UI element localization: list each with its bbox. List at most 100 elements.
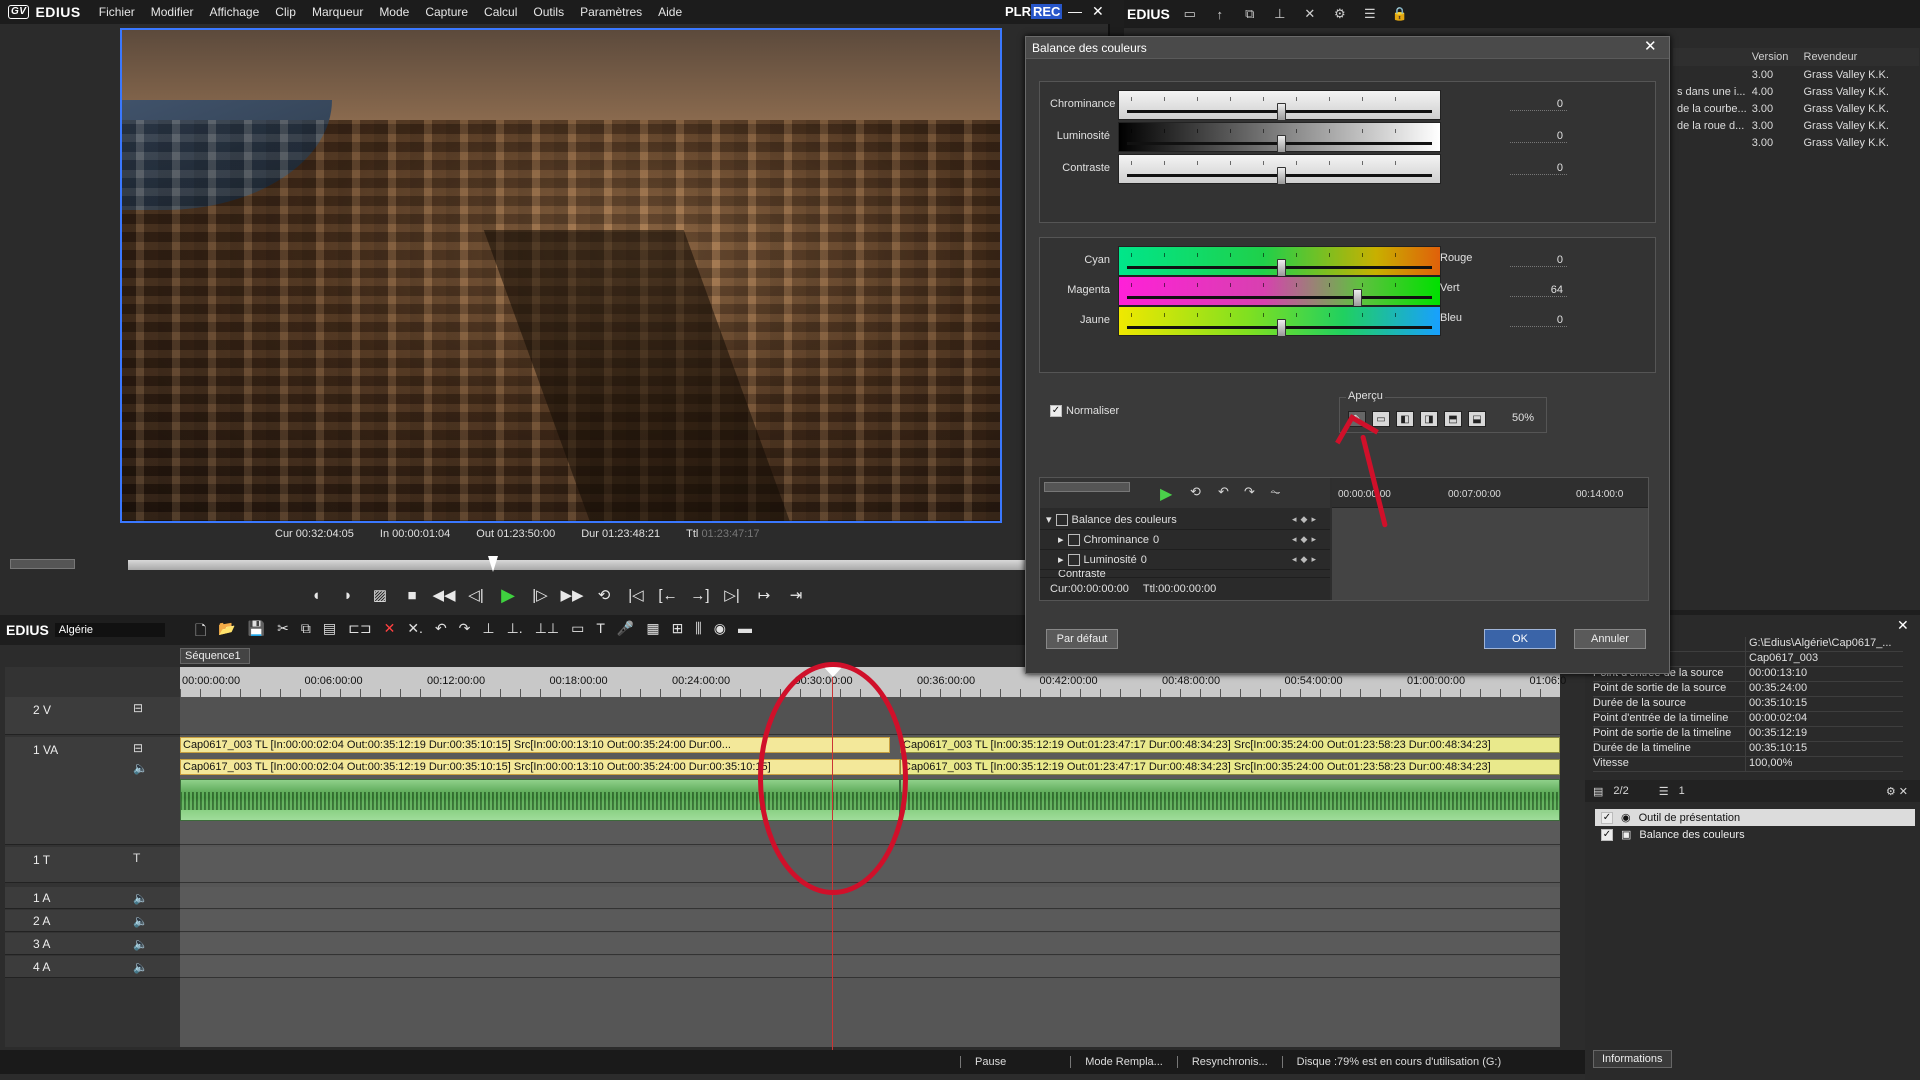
prev-edit-icon[interactable]: |◁ <box>625 584 647 606</box>
stop-icon[interactable]: ■ <box>401 584 423 606</box>
slider-value[interactable]: 0 <box>1510 130 1567 143</box>
slider-track[interactable] <box>1118 90 1441 121</box>
slider-track[interactable] <box>1118 122 1441 153</box>
sequence-tab[interactable]: Séquence1 <box>180 648 250 664</box>
settings-icon[interactable]: ⚙ <box>1330 4 1350 24</box>
kf-checkbox[interactable] <box>1067 553 1080 566</box>
loop-icon[interactable]: ⟲ <box>593 584 615 606</box>
title-icon[interactable]: T <box>596 620 605 644</box>
speaker-icon[interactable]: 🔈 <box>133 761 148 775</box>
normaliser-checkbox[interactable]: ✓ <box>1050 405 1062 417</box>
cut-icon[interactable]: ✂ <box>277 620 289 644</box>
open-icon[interactable]: 📂 <box>218 620 235 644</box>
voice-icon[interactable]: 🎤 <box>617 620 634 644</box>
dialog-close-icon[interactable]: ✕ <box>1644 37 1666 59</box>
cancel-button[interactable]: Annuler <box>1574 629 1646 649</box>
slider-thumb[interactable] <box>1276 319 1286 337</box>
next-edit-icon[interactable]: ▷| <box>721 584 743 606</box>
col-version[interactable]: Version <box>1748 51 1800 63</box>
effect-row[interactable]: de la roue d... 3.00 Grass Valley K.K. <box>1673 117 1919 134</box>
faders-icon[interactable]: ⫼ <box>695 620 701 644</box>
menu-clip[interactable]: Clip <box>275 5 296 19</box>
fast-forward-icon[interactable]: ▶▶ <box>560 584 583 606</box>
effect-row[interactable]: de la courbe... 3.00 Grass Valley K.K. <box>1673 100 1919 117</box>
kf-row-chrominance[interactable]: ▸ Chrominance 0 ◂◆▸ <box>1040 530 1330 550</box>
kf-row-luminosite[interactable]: ▸ Luminosité 0 ◂◆▸ <box>1040 550 1330 570</box>
lane-4a[interactable] <box>180 956 1560 978</box>
title-track-icon[interactable]: T <box>133 851 140 865</box>
settings-icon[interactable]: ⚙ ✕ <box>1886 785 1908 798</box>
col-vendor[interactable]: Revendeur <box>1800 51 1920 63</box>
kf-redo-icon[interactable]: ↷ <box>1244 484 1255 500</box>
effect-row[interactable]: 3.00 Grass Valley K.K. <box>1673 134 1919 151</box>
kf-undo-icon[interactable]: ↶ <box>1218 484 1229 500</box>
track-3a-header[interactable]: 3 A 🔈 <box>5 933 180 955</box>
paste-icon[interactable]: ▤ <box>323 620 336 644</box>
add-icon[interactable]: ⊥ <box>1270 4 1290 24</box>
preview-split-right-icon[interactable]: ◨ <box>1420 411 1438 427</box>
marker-icon[interactable]: ⊥ <box>482 620 494 644</box>
split-icon[interactable]: ⊥. <box>507 620 523 644</box>
info-close-icon[interactable]: ✕ <box>1897 617 1909 634</box>
slider-thumb[interactable] <box>1276 167 1286 185</box>
menu-marqueur[interactable]: Marqueur <box>312 5 363 19</box>
lock-icon[interactable]: 🔒 <box>1390 4 1410 24</box>
effect-row[interactable]: 3.00 Grass Valley K.K. <box>1673 66 1919 83</box>
track-2a-header[interactable]: 2 A 🔈 <box>5 910 180 932</box>
slider-thumb[interactable] <box>1276 135 1286 153</box>
clip2-video[interactable]: Cap0617_003 TL [In:00:35:12:19 Out:01:23… <box>900 737 1560 753</box>
ok-button[interactable]: OK <box>1484 629 1556 649</box>
color-icon[interactable]: ◉ <box>714 620 726 644</box>
track-2v-header[interactable]: 2 V ⊟ <box>5 697 180 735</box>
default-button[interactable]: Par défaut <box>1046 629 1118 649</box>
menu-affichage[interactable]: Affichage <box>209 5 259 19</box>
kf-checkbox[interactable] <box>1055 513 1068 526</box>
play-icon[interactable]: ▶ <box>497 584 519 606</box>
preview-full-icon[interactable]: ▭ <box>1372 411 1390 427</box>
expand-icon[interactable]: ▸ <box>1058 533 1064 546</box>
insert-icon[interactable]: ↦ <box>753 584 775 606</box>
lane-1a[interactable] <box>180 887 1560 909</box>
effect-item-balance[interactable]: ✓ ▣ Balance des couleurs <box>1595 826 1915 843</box>
speaker-icon[interactable]: 🔈 <box>133 914 148 928</box>
copy-icon[interactable]: ⧉ <box>301 620 311 644</box>
menu-capture[interactable]: Capture <box>425 5 468 19</box>
kf-nav-icons[interactable]: ◂◆▸ <box>1292 554 1320 565</box>
slider-track[interactable] <box>1118 154 1441 185</box>
slider-value[interactable]: 64 <box>1510 284 1567 297</box>
folder-icon[interactable]: ▭ <box>1180 4 1200 24</box>
step-forward-icon[interactable]: |▷ <box>529 584 551 606</box>
save-icon[interactable]: 💾 <box>248 620 265 644</box>
speaker-icon[interactable]: 🔈 <box>133 891 148 905</box>
menu-modifier[interactable]: Modifier <box>151 5 194 19</box>
mixer-icon[interactable]: ▦ <box>646 620 659 644</box>
menu-aide[interactable]: Aide <box>658 5 682 19</box>
menu-parametres[interactable]: Paramètres <box>580 5 642 19</box>
track-1a-header[interactable]: 1 A 🔈 <box>5 887 180 909</box>
keyframe-zoom-slider[interactable] <box>1044 482 1130 492</box>
kf-loop-icon[interactable]: ⟲ <box>1190 484 1201 500</box>
scrub-bar[interactable] <box>10 556 1118 572</box>
slider-value[interactable]: 0 <box>1510 314 1567 327</box>
slider-track[interactable] <box>1118 246 1441 277</box>
film-icon[interactable]: ⊟ <box>133 701 143 715</box>
slider-track[interactable] <box>1118 306 1441 337</box>
overwrite-icon[interactable]: ⇥ <box>785 584 807 606</box>
speaker-icon[interactable]: 🔈 <box>133 960 148 974</box>
layout-icon[interactable]: ⧉ <box>1240 4 1260 24</box>
minimize-icon[interactable]: — <box>1068 3 1082 20</box>
up-icon[interactable]: ↑ <box>1210 4 1230 24</box>
position-track[interactable] <box>128 560 1118 570</box>
delete-clip-icon[interactable]: ✕ <box>384 620 396 644</box>
kf-checkbox[interactable] <box>1067 533 1080 546</box>
film-icon[interactable]: ⊟ <box>133 741 143 755</box>
normaliser-option[interactable]: ✓ Normaliser <box>1050 405 1119 417</box>
monitor-icon[interactable]: ▬ <box>738 620 752 644</box>
slider-value[interactable]: 0 <box>1510 162 1567 175</box>
step-back-icon[interactable]: ◁| <box>465 584 487 606</box>
set-out-icon[interactable]: ◗ <box>337 584 359 606</box>
render-icon[interactable]: ▭ <box>571 620 584 644</box>
lane-3a[interactable] <box>180 933 1560 955</box>
go-in-icon[interactable]: [← <box>657 584 679 606</box>
kf-play-icon[interactable]: ▶ <box>1160 484 1172 504</box>
